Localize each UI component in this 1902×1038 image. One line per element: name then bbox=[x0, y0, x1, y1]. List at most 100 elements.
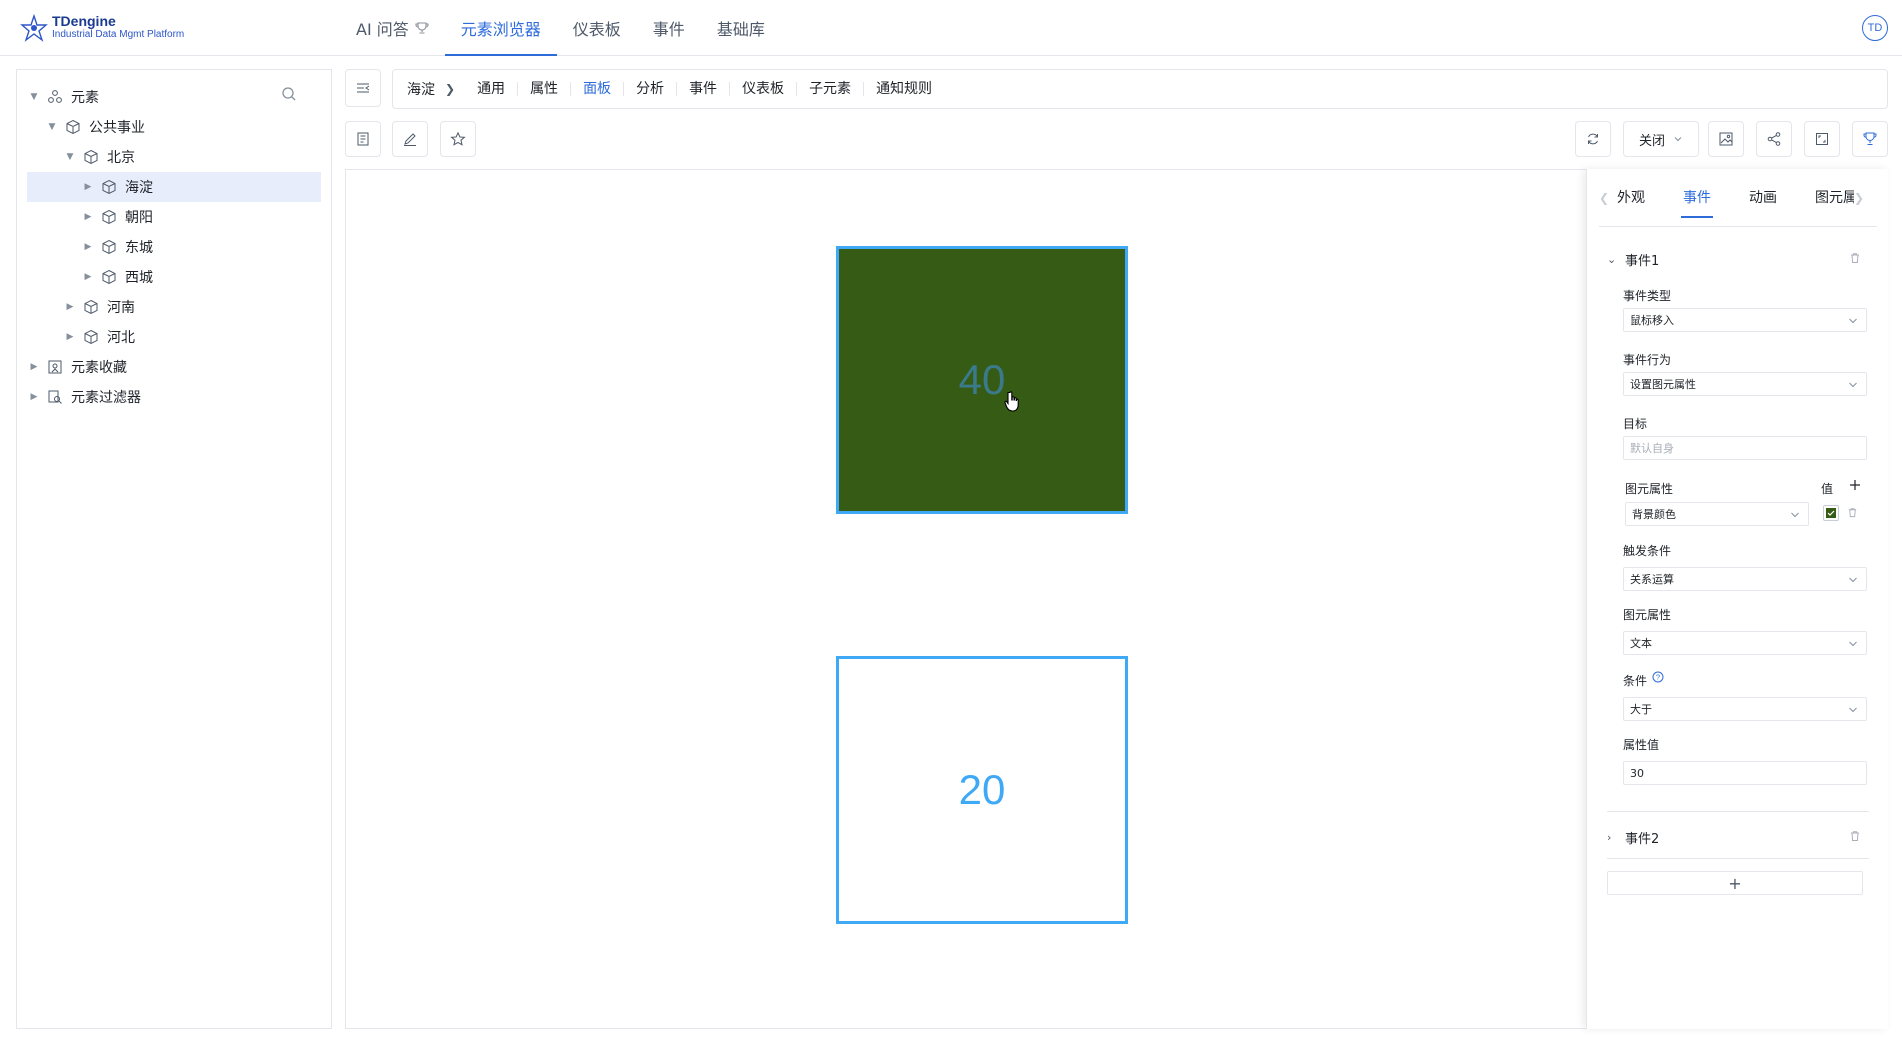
cube-icon bbox=[83, 329, 99, 345]
trash-icon[interactable] bbox=[1849, 252, 1861, 264]
event-type-value: 鼠标移入 bbox=[1630, 314, 1674, 327]
tree-item-beijing[interactable]: ▼ 北京 bbox=[27, 142, 321, 172]
nav-element-browser[interactable]: 元素浏览器 bbox=[444, 0, 557, 56]
tree-item-filters[interactable]: ▶ 元素过滤器 bbox=[27, 382, 321, 412]
caret-right-icon[interactable]: ▶ bbox=[63, 300, 77, 314]
caret-right-icon[interactable]: ▶ bbox=[27, 360, 41, 374]
insight-button[interactable] bbox=[1852, 121, 1888, 157]
tree-item-favorites[interactable]: ▶ 元素收藏 bbox=[27, 352, 321, 382]
trophy-icon bbox=[1863, 132, 1877, 145]
event-action-label: 事件行为 bbox=[1623, 353, 1672, 367]
caret-right-icon[interactable]: ▶ bbox=[81, 210, 95, 224]
condition-select[interactable]: 大于 bbox=[1623, 697, 1867, 721]
pencil-icon bbox=[404, 133, 416, 146]
attr-value-input[interactable]: 30 bbox=[1623, 761, 1867, 785]
event-type-select[interactable]: 鼠标移入 bbox=[1623, 308, 1867, 332]
tree-item-hebei[interactable]: ▶ 河北 bbox=[27, 322, 321, 352]
shape-box-2[interactable]: 20 bbox=[836, 656, 1128, 924]
trash-icon[interactable] bbox=[1847, 507, 1858, 518]
shape-box-1-value: 40 bbox=[958, 356, 1006, 403]
nav-events[interactable]: 事件 bbox=[637, 0, 701, 56]
cube-icon bbox=[65, 119, 81, 135]
share-button[interactable] bbox=[1756, 121, 1792, 157]
tab-animation[interactable]: 动画 bbox=[1730, 187, 1796, 218]
shape-prop2-select[interactable]: 文本 bbox=[1623, 631, 1867, 655]
caret-right-icon[interactable]: ▶ bbox=[81, 270, 95, 284]
cube-icon bbox=[101, 269, 117, 285]
tab-children[interactable]: 子元素 bbox=[797, 82, 865, 96]
tab-general[interactable]: 通用 bbox=[465, 82, 519, 96]
tab-attributes[interactable]: 属性 bbox=[518, 82, 572, 96]
shape-prop-select[interactable]: 背景颜色 bbox=[1625, 502, 1809, 526]
help-icon[interactable]: ? bbox=[1652, 671, 1664, 683]
tree-label: 公共事业 bbox=[89, 120, 145, 136]
shape-prop2-value: 文本 bbox=[1630, 637, 1652, 650]
tree-item-haidian[interactable]: ▶ 海淀 bbox=[27, 172, 321, 202]
star-icon bbox=[450, 131, 466, 146]
event-action-select[interactable]: 设置图元属性 bbox=[1623, 372, 1867, 396]
shape-box-1[interactable]: 40 bbox=[836, 246, 1128, 514]
tree-item-elements[interactable]: ▼ 元素 bbox=[27, 82, 321, 112]
nav-library[interactable]: 基础库 bbox=[701, 0, 781, 56]
cube-icon bbox=[83, 149, 99, 165]
tree-label: 元素过滤器 bbox=[71, 390, 141, 406]
nav-ai-qa[interactable]: AI 问答 bbox=[340, 0, 445, 56]
trash-icon[interactable] bbox=[1849, 830, 1861, 842]
tree-item-public[interactable]: ▼ 公共事业 bbox=[27, 112, 321, 142]
tree-item-dongcheng[interactable]: ▶ 东城 bbox=[27, 232, 321, 262]
caret-down-icon[interactable]: ▼ bbox=[45, 120, 59, 134]
event-type-label: 事件类型 bbox=[1623, 289, 1672, 303]
favorite-button[interactable] bbox=[440, 121, 476, 157]
close-select-value: 关闭 bbox=[1638, 133, 1665, 149]
target-input[interactable]: 默认自身 bbox=[1623, 436, 1867, 460]
tab-dashboard[interactable]: 仪表板 bbox=[730, 82, 798, 96]
refresh-button[interactable] bbox=[1575, 121, 1611, 157]
chevron-down-icon bbox=[1791, 512, 1799, 518]
nav-dashboard[interactable]: 仪表板 bbox=[557, 0, 637, 56]
image-button[interactable] bbox=[1708, 121, 1744, 157]
add-event-button[interactable]: + bbox=[1607, 871, 1863, 895]
cube-icon bbox=[101, 239, 117, 255]
condition-label: 条件 bbox=[1623, 674, 1648, 688]
tab-appearance[interactable]: 外观 bbox=[1613, 187, 1664, 218]
event2-header[interactable]: › 事件2 bbox=[1607, 827, 1869, 847]
close-select[interactable]: 关闭 bbox=[1623, 121, 1699, 157]
chevron-right-icon[interactable]: ❯ bbox=[1854, 187, 1868, 205]
chevron-down-icon bbox=[1849, 641, 1857, 647]
trigger-select[interactable]: 关系运算 bbox=[1623, 567, 1867, 591]
document-button[interactable] bbox=[345, 121, 381, 157]
tree-item-xicheng[interactable]: ▶ 西城 bbox=[27, 262, 321, 292]
caret-right-icon[interactable]: ▶ bbox=[27, 390, 41, 404]
edit-button[interactable] bbox=[392, 121, 428, 157]
filter-icon bbox=[47, 389, 63, 405]
collapse-sidebar-button[interactable] bbox=[345, 69, 381, 107]
tab-analysis[interactable]: 分析 bbox=[624, 82, 678, 96]
fullscreen-button[interactable] bbox=[1804, 121, 1840, 157]
tab-shape-properties[interactable]: 图元属 bbox=[1796, 187, 1854, 218]
chevron-down-icon bbox=[1849, 577, 1857, 583]
caret-right-icon[interactable]: ▶ bbox=[81, 180, 95, 194]
color-swatch[interactable] bbox=[1823, 505, 1839, 521]
caret-down-icon[interactable]: ▼ bbox=[63, 150, 77, 164]
plus-icon[interactable] bbox=[1849, 479, 1861, 491]
logo[interactable]: TDengine Industrial Data Mgmt Platform bbox=[20, 12, 220, 44]
hand-cursor-icon bbox=[1004, 391, 1019, 412]
tree-item-henan[interactable]: ▶ 河南 bbox=[27, 292, 321, 322]
fullscreen-icon bbox=[1816, 133, 1828, 145]
tab-events[interactable]: 事件 bbox=[677, 82, 731, 96]
chevron-left-icon[interactable]: ❮ bbox=[1599, 187, 1613, 205]
tab-event[interactable]: 事件 bbox=[1664, 187, 1730, 218]
caret-down-icon[interactable]: ▼ bbox=[27, 90, 41, 104]
chevron-down-icon bbox=[1849, 382, 1857, 388]
tab-panel[interactable]: 面板 bbox=[571, 82, 625, 96]
event1-header[interactable]: ⌄ 事件1 bbox=[1607, 249, 1869, 269]
caret-right-icon[interactable]: ▶ bbox=[81, 240, 95, 254]
breadcrumb-root[interactable]: 海淀 bbox=[407, 79, 435, 99]
user-avatar[interactable]: TD bbox=[1862, 15, 1888, 41]
tab-notification-rules[interactable]: 通知规则 bbox=[864, 82, 944, 96]
element-tree-panel: ▼ 元素 ▼ 公共事业 ▼ 北京 ▶ 海淀 ▶ 朝阳 ▶ 东城 ▶ 西城 ▶ 河… bbox=[16, 69, 332, 1029]
target-label: 目标 bbox=[1623, 417, 1648, 431]
logo-subtitle: Industrial Data Mgmt Platform bbox=[52, 29, 185, 40]
tree-item-chaoyang[interactable]: ▶ 朝阳 bbox=[27, 202, 321, 232]
caret-right-icon[interactable]: ▶ bbox=[63, 330, 77, 344]
